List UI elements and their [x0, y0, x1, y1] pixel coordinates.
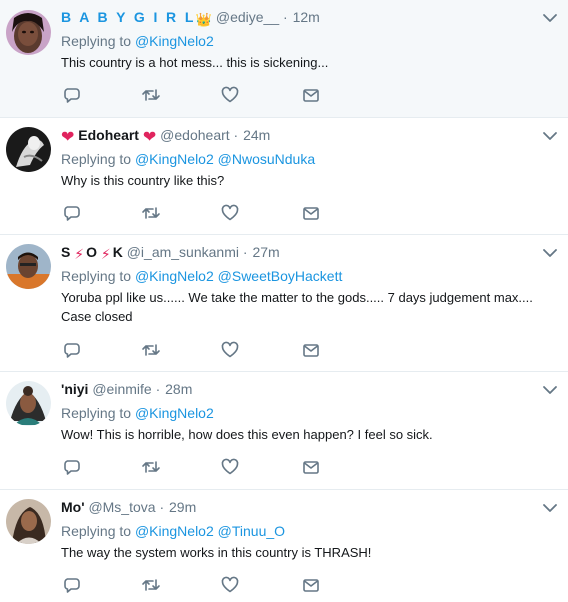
replying-to-label: Replying to: [61, 405, 132, 421]
mention-link[interactable]: @KingNelo2: [135, 33, 214, 49]
display-name-part[interactable]: O: [86, 244, 97, 260]
reply-icon[interactable]: [63, 204, 83, 224]
separator-dot: ·: [233, 127, 239, 143]
replying-to: Replying to @KingNelo2 @NwosuNduka: [61, 150, 315, 168]
avatar[interactable]: [6, 244, 51, 289]
separator-dot: ·: [155, 381, 161, 397]
reply-icon[interactable]: [63, 86, 83, 106]
heart-icon[interactable]: [221, 341, 241, 361]
chevron-down-icon[interactable]: [542, 12, 558, 24]
replying-to: Replying to @KingNelo2: [61, 404, 214, 422]
retweet-icon[interactable]: [141, 204, 161, 224]
tweet[interactable]: S ⚡ O ⚡ K @i_am_sunkanmi · 27m Replying to…: [0, 235, 568, 372]
replying-to: Replying to @KingNelo2: [61, 32, 214, 50]
tweet-text: Why is this country like this?: [61, 173, 225, 188]
separator-dot: ·: [159, 499, 165, 515]
replying-to-label: Replying to: [61, 523, 132, 539]
separator-dot: ·: [283, 9, 288, 25]
replying-to-label: Replying to: [61, 33, 132, 49]
mention-link[interactable]: @KingNelo2: [135, 268, 214, 284]
timestamp[interactable]: 29m: [169, 499, 196, 515]
tweet-actions: [61, 458, 361, 478]
reply-feed: B A B Y G I R L👑 @ediye__ · 12m Replying…: [0, 0, 568, 602]
heart-icon[interactable]: [221, 458, 241, 478]
tweet[interactable]: B A B Y G I R L👑 @ediye__ · 12m Replying…: [0, 0, 568, 118]
tweet-actions: [61, 576, 361, 596]
heart-icon[interactable]: [221, 204, 241, 224]
tweet[interactable]: Mo' @Ms_tova · 29m Replying to @KingNelo…: [0, 490, 568, 602]
tweet-text: The way the system works in this country…: [61, 545, 372, 560]
replying-to: Replying to @KingNelo2 @SweetBoyHackett: [61, 267, 342, 285]
replying-to-label: Replying to: [61, 268, 132, 284]
display-name[interactable]: Edoheart: [78, 127, 139, 143]
heart-icon[interactable]: [221, 576, 241, 596]
tweet-actions: [61, 341, 361, 361]
avatar[interactable]: [6, 499, 51, 544]
envelope-icon[interactable]: [302, 86, 322, 106]
avatar-image: [6, 499, 51, 544]
reply-icon[interactable]: [63, 458, 83, 478]
tweet-text-line: Case closed: [61, 309, 133, 324]
display-name[interactable]: 'niyi: [61, 381, 88, 397]
tweet-text: Wow! This is horrible, how does this eve…: [61, 427, 433, 442]
timestamp[interactable]: 27m: [252, 244, 279, 260]
timestamp[interactable]: 12m: [293, 9, 320, 25]
mention-link[interactable]: @SweetBoyHackett: [218, 268, 343, 284]
retweet-icon[interactable]: [141, 458, 161, 478]
avatar[interactable]: [6, 127, 51, 172]
display-name-part[interactable]: K: [113, 244, 123, 260]
display-name-part[interactable]: S: [61, 244, 70, 260]
tweet[interactable]: ❤ Edoheart ❤ @edoheart · 24m Replying to…: [0, 118, 568, 235]
user-handle[interactable]: @einmife: [92, 381, 151, 397]
lightning-emoji: ⚡: [74, 246, 85, 262]
chevron-down-icon[interactable]: [542, 130, 558, 142]
replying-to-label: Replying to: [61, 151, 132, 167]
chevron-down-icon[interactable]: [542, 502, 558, 514]
heart-emoji: ❤: [142, 129, 157, 146]
reply-icon[interactable]: [63, 576, 83, 596]
tweet[interactable]: 'niyi @einmife · 28m Replying to @KingNe…: [0, 372, 568, 490]
envelope-icon[interactable]: [302, 341, 322, 361]
avatar-image: [6, 10, 51, 55]
avatar[interactable]: [6, 381, 51, 426]
mention-link[interactable]: @Tinuu_O: [218, 523, 285, 539]
user-handle[interactable]: @Ms_tova: [88, 499, 155, 515]
avatar-image: [6, 244, 51, 289]
mention-link[interactable]: @KingNelo2: [135, 151, 214, 167]
user-handle[interactable]: @i_am_sunkanmi: [127, 244, 239, 260]
chevron-down-icon[interactable]: [542, 247, 558, 259]
timestamp[interactable]: 24m: [243, 127, 270, 143]
tweet-text: Yoruba ppl like us...... We take the mat…: [61, 288, 556, 326]
chevron-down-icon[interactable]: [542, 384, 558, 396]
mention-link[interactable]: @KingNelo2: [135, 405, 214, 421]
lightning-emoji: ⚡: [100, 246, 111, 262]
envelope-icon[interactable]: [302, 204, 322, 224]
mention-link[interactable]: @NwosuNduka: [218, 151, 315, 167]
reply-icon[interactable]: [63, 341, 83, 361]
separator-dot: ·: [242, 244, 248, 260]
avatar[interactable]: [6, 10, 51, 55]
heart-emoji: ❤: [61, 129, 75, 146]
heart-icon[interactable]: [221, 86, 241, 106]
timestamp[interactable]: 28m: [165, 381, 192, 397]
replying-to: Replying to @KingNelo2 @Tinuu_O: [61, 522, 285, 540]
display-name[interactable]: B A B Y G I R L: [61, 9, 196, 25]
envelope-icon[interactable]: [302, 458, 322, 478]
display-name[interactable]: Mo': [61, 499, 85, 515]
retweet-icon[interactable]: [141, 341, 161, 361]
retweet-icon[interactable]: [141, 576, 161, 596]
user-handle[interactable]: @ediye__: [216, 9, 279, 25]
crown-emoji: 👑: [195, 12, 212, 27]
tweet-actions: [61, 204, 361, 224]
retweet-icon[interactable]: [141, 86, 161, 106]
user-handle[interactable]: @edoheart: [160, 127, 229, 143]
avatar-image: [6, 381, 51, 426]
mention-link[interactable]: @KingNelo2: [135, 523, 214, 539]
avatar-image: [6, 127, 51, 172]
tweet-actions: [61, 86, 361, 106]
envelope-icon[interactable]: [302, 576, 322, 596]
tweet-text-line: Yoruba ppl like us...... We take the mat…: [61, 290, 533, 305]
tweet-text: This country is a hot mess... this is si…: [61, 55, 329, 70]
